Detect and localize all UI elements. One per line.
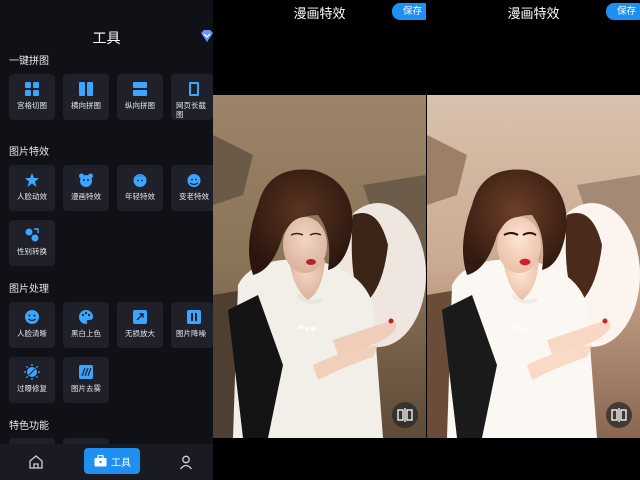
bottom-tab-bar: 工具 xyxy=(0,444,213,480)
toolbox-icon xyxy=(94,455,107,467)
photo-preview xyxy=(213,95,426,438)
tool-young-effect[interactable]: 年轻特效 xyxy=(117,165,163,211)
section-title: 一键拼图 xyxy=(9,56,49,67)
tool-dehaze[interactable]: 图片去雾 xyxy=(63,357,109,403)
star-face-icon xyxy=(25,173,39,187)
home-icon[interactable] xyxy=(28,454,44,470)
tab-tools-label: 工具 xyxy=(111,458,131,469)
dehaze-icon xyxy=(79,365,93,379)
tool-label: 宫格切图 xyxy=(17,101,47,110)
tools-panel: 工具 一键拼图 宫格切图 横向拼图 纵向拼图 网页长截图 图片特效 人脸动效 漫… xyxy=(0,0,213,480)
long-screenshot-icon xyxy=(189,82,199,96)
tool-grid-cut[interactable]: 宫格切图 xyxy=(9,74,55,120)
page-title: 工具 xyxy=(92,31,121,47)
tool-label: 漫画特效 xyxy=(71,192,101,201)
bear-face-icon xyxy=(79,173,93,187)
young-face-icon xyxy=(133,174,147,187)
tool-overexposure-fix[interactable]: 过曝修复 xyxy=(9,357,55,403)
exposure-icon xyxy=(24,364,40,380)
section-title: 图片特效 xyxy=(9,147,49,158)
tool-label: 纵向拼图 xyxy=(125,101,155,110)
profile-icon[interactable] xyxy=(178,454,194,470)
tool-comic-effect[interactable]: 漫画特效 xyxy=(63,165,109,211)
tool-gender-swap[interactable]: 性别转换 xyxy=(9,220,55,266)
compare-icon xyxy=(611,408,627,422)
denoise-icon xyxy=(187,310,201,324)
tool-label: 变老特效 xyxy=(179,192,209,201)
tab-tools[interactable]: 工具 xyxy=(84,448,140,474)
compare-icon xyxy=(397,408,413,422)
vertical-collage-icon xyxy=(133,82,147,96)
grid-cut-icon xyxy=(25,82,39,96)
tool-label: 黑白上色 xyxy=(71,329,101,338)
tool-aging-effect[interactable]: 变老特效 xyxy=(171,165,213,211)
smile-face-icon xyxy=(25,310,39,324)
upscale-icon xyxy=(133,310,147,324)
tool-label: 网页长截图 xyxy=(176,101,206,119)
tool-face-clarity[interactable]: 人脸清晰 xyxy=(9,302,55,348)
save-button[interactable]: 保存 xyxy=(606,3,640,20)
tool-label: 过曝修复 xyxy=(17,384,47,393)
tool-face-animation[interactable]: 人脸动效 xyxy=(9,165,55,211)
gender-swap-icon xyxy=(25,228,39,242)
tool-label: 图片去雾 xyxy=(71,384,101,393)
compare-button[interactable] xyxy=(606,402,632,428)
old-face-icon xyxy=(187,174,201,187)
tool-label: 年轻特效 xyxy=(125,192,155,201)
effect-screen-comic: 漫画特效 保存 xyxy=(427,0,640,480)
tool-horizontal-collage[interactable]: 横向拼图 xyxy=(63,74,109,120)
tool-label: 人脸清晰 xyxy=(17,329,47,338)
horizontal-collage-icon xyxy=(79,82,93,96)
compare-button[interactable] xyxy=(392,402,418,428)
section-title: 特色功能 xyxy=(9,421,49,432)
tool-label: 横向拼图 xyxy=(71,101,101,110)
save-button[interactable]: 保存 xyxy=(392,3,426,20)
palette-icon xyxy=(79,310,93,324)
effect-screen-original: 漫画特效 保存 xyxy=(213,0,426,480)
tool-label: 无损放大 xyxy=(125,329,155,338)
tool-label: 人脸动效 xyxy=(17,192,47,201)
tool-label: 性别转换 xyxy=(17,247,47,256)
section-title: 图片处理 xyxy=(9,284,49,295)
tool-denoise[interactable]: 图片降噪 xyxy=(171,302,213,348)
tool-lossless-upscale[interactable]: 无损放大 xyxy=(117,302,163,348)
tool-vertical-collage[interactable]: 纵向拼图 xyxy=(117,74,163,120)
photo-preview xyxy=(427,95,640,438)
tool-webpage-screenshot[interactable]: 网页长截图 xyxy=(171,74,213,120)
tool-label: 图片降噪 xyxy=(176,329,206,338)
vip-diamond-icon[interactable] xyxy=(199,29,213,43)
tool-colorize[interactable]: 黑白上色 xyxy=(63,302,109,348)
